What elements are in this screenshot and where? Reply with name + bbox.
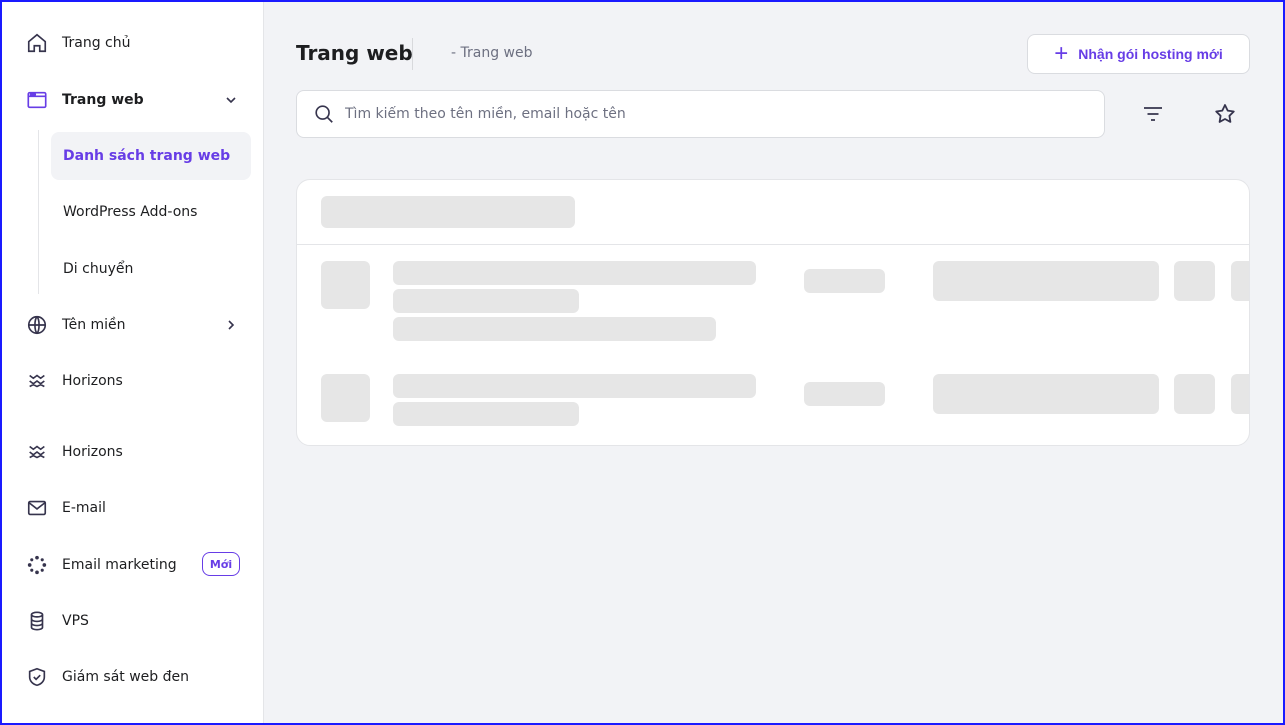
- sidebar-item-label: Giám sát web đen: [62, 669, 189, 685]
- sidebar-item-websites[interactable]: Trang web: [26, 86, 144, 114]
- sidebar-item-vps[interactable]: VPS: [26, 607, 89, 635]
- subitem-label: WordPress Add-ons: [63, 204, 198, 220]
- sidebar-item-label: Horizons: [62, 444, 123, 460]
- skeleton-action: [1231, 261, 1249, 301]
- skeleton-action: [1174, 261, 1215, 301]
- page-title: Trang web: [296, 41, 413, 65]
- subitem-website-list[interactable]: Danh sách trang web: [51, 132, 251, 180]
- skeleton-line: [393, 289, 579, 313]
- skeleton-block: [933, 374, 1159, 414]
- sidebar-item-label: Tên miền: [62, 317, 126, 333]
- skeleton-action: [1174, 374, 1215, 414]
- chevron-right-icon[interactable]: [224, 318, 238, 332]
- browser-window-icon: [26, 89, 48, 111]
- sidebar-item-label: E-mail: [62, 500, 106, 516]
- skeleton-thumbnail: [321, 374, 370, 422]
- home-icon: [26, 32, 48, 54]
- skeleton-status: [804, 269, 885, 293]
- sidebar-item-email-marketing[interactable]: Email marketing: [26, 551, 177, 579]
- skeleton-line: [393, 402, 579, 426]
- breadcrumb[interactable]: - Trang web: [451, 45, 533, 61]
- plus-icon: +: [1054, 40, 1069, 67]
- sparkle-loader-icon: [26, 554, 48, 576]
- sidebar-item-label: Trang web: [62, 92, 144, 108]
- subitem-label: Danh sách trang web: [63, 148, 231, 164]
- subitem-label: Di chuyển: [63, 261, 134, 277]
- sidebar-item-email[interactable]: E-mail: [26, 494, 106, 522]
- sidebar-item-horizons[interactable]: Horizons: [26, 367, 123, 395]
- skeleton-thumbnail: [321, 261, 370, 309]
- card-divider: [297, 244, 1249, 245]
- sidebar-item-home[interactable]: Trang chủ: [26, 29, 130, 57]
- sidebar: Trang chủ Trang web Danh sách trang web …: [0, 0, 264, 725]
- sidebar-item-label: Horizons: [62, 373, 123, 389]
- sidebar-item-domains[interactable]: Tên miền: [26, 311, 126, 339]
- title-divider: [412, 38, 413, 70]
- skeleton-block: [933, 261, 1159, 301]
- search-icon: [315, 105, 333, 123]
- get-new-hosting-button[interactable]: + Nhận gói hosting mới: [1027, 34, 1250, 74]
- subitem-wordpress-addons[interactable]: WordPress Add-ons: [51, 188, 251, 236]
- hosting-button-label: Nhận gói hosting mới: [1078, 46, 1223, 62]
- new-badge: Mới: [202, 552, 240, 576]
- mail-icon: [26, 497, 48, 519]
- submenu-guide-line: [38, 130, 39, 294]
- sidebar-item-label: Trang chủ: [62, 35, 131, 51]
- skeleton-status: [804, 382, 885, 406]
- database-icon: [26, 610, 48, 632]
- sidebar-item-dark-web-monitor[interactable]: Giám sát web đen: [26, 663, 189, 691]
- waves-icon: [26, 441, 48, 463]
- skeleton-line: [393, 374, 756, 398]
- skeleton-line: [393, 261, 756, 285]
- sidebar-item-label: Email marketing: [62, 557, 177, 573]
- subitem-migration[interactable]: Di chuyển: [51, 245, 251, 293]
- skeleton-header: [321, 196, 575, 228]
- globe-icon: [26, 314, 48, 336]
- search-box: [296, 90, 1105, 138]
- sidebar-item-label: VPS: [62, 613, 89, 629]
- search-input[interactable]: [345, 106, 1065, 122]
- sidebar-item-horizons-2[interactable]: Horizons: [26, 438, 123, 466]
- shield-check-icon: [26, 666, 48, 688]
- filter-icon: [1144, 107, 1162, 121]
- websites-list-card: [296, 179, 1250, 446]
- skeleton-line: [393, 317, 716, 341]
- favorites-button[interactable]: [1205, 94, 1245, 134]
- skeleton-action: [1231, 374, 1249, 414]
- star-icon: [1215, 104, 1235, 123]
- waves-icon: [26, 370, 48, 392]
- filter-button[interactable]: [1133, 94, 1173, 134]
- chevron-down-icon[interactable]: [224, 93, 238, 107]
